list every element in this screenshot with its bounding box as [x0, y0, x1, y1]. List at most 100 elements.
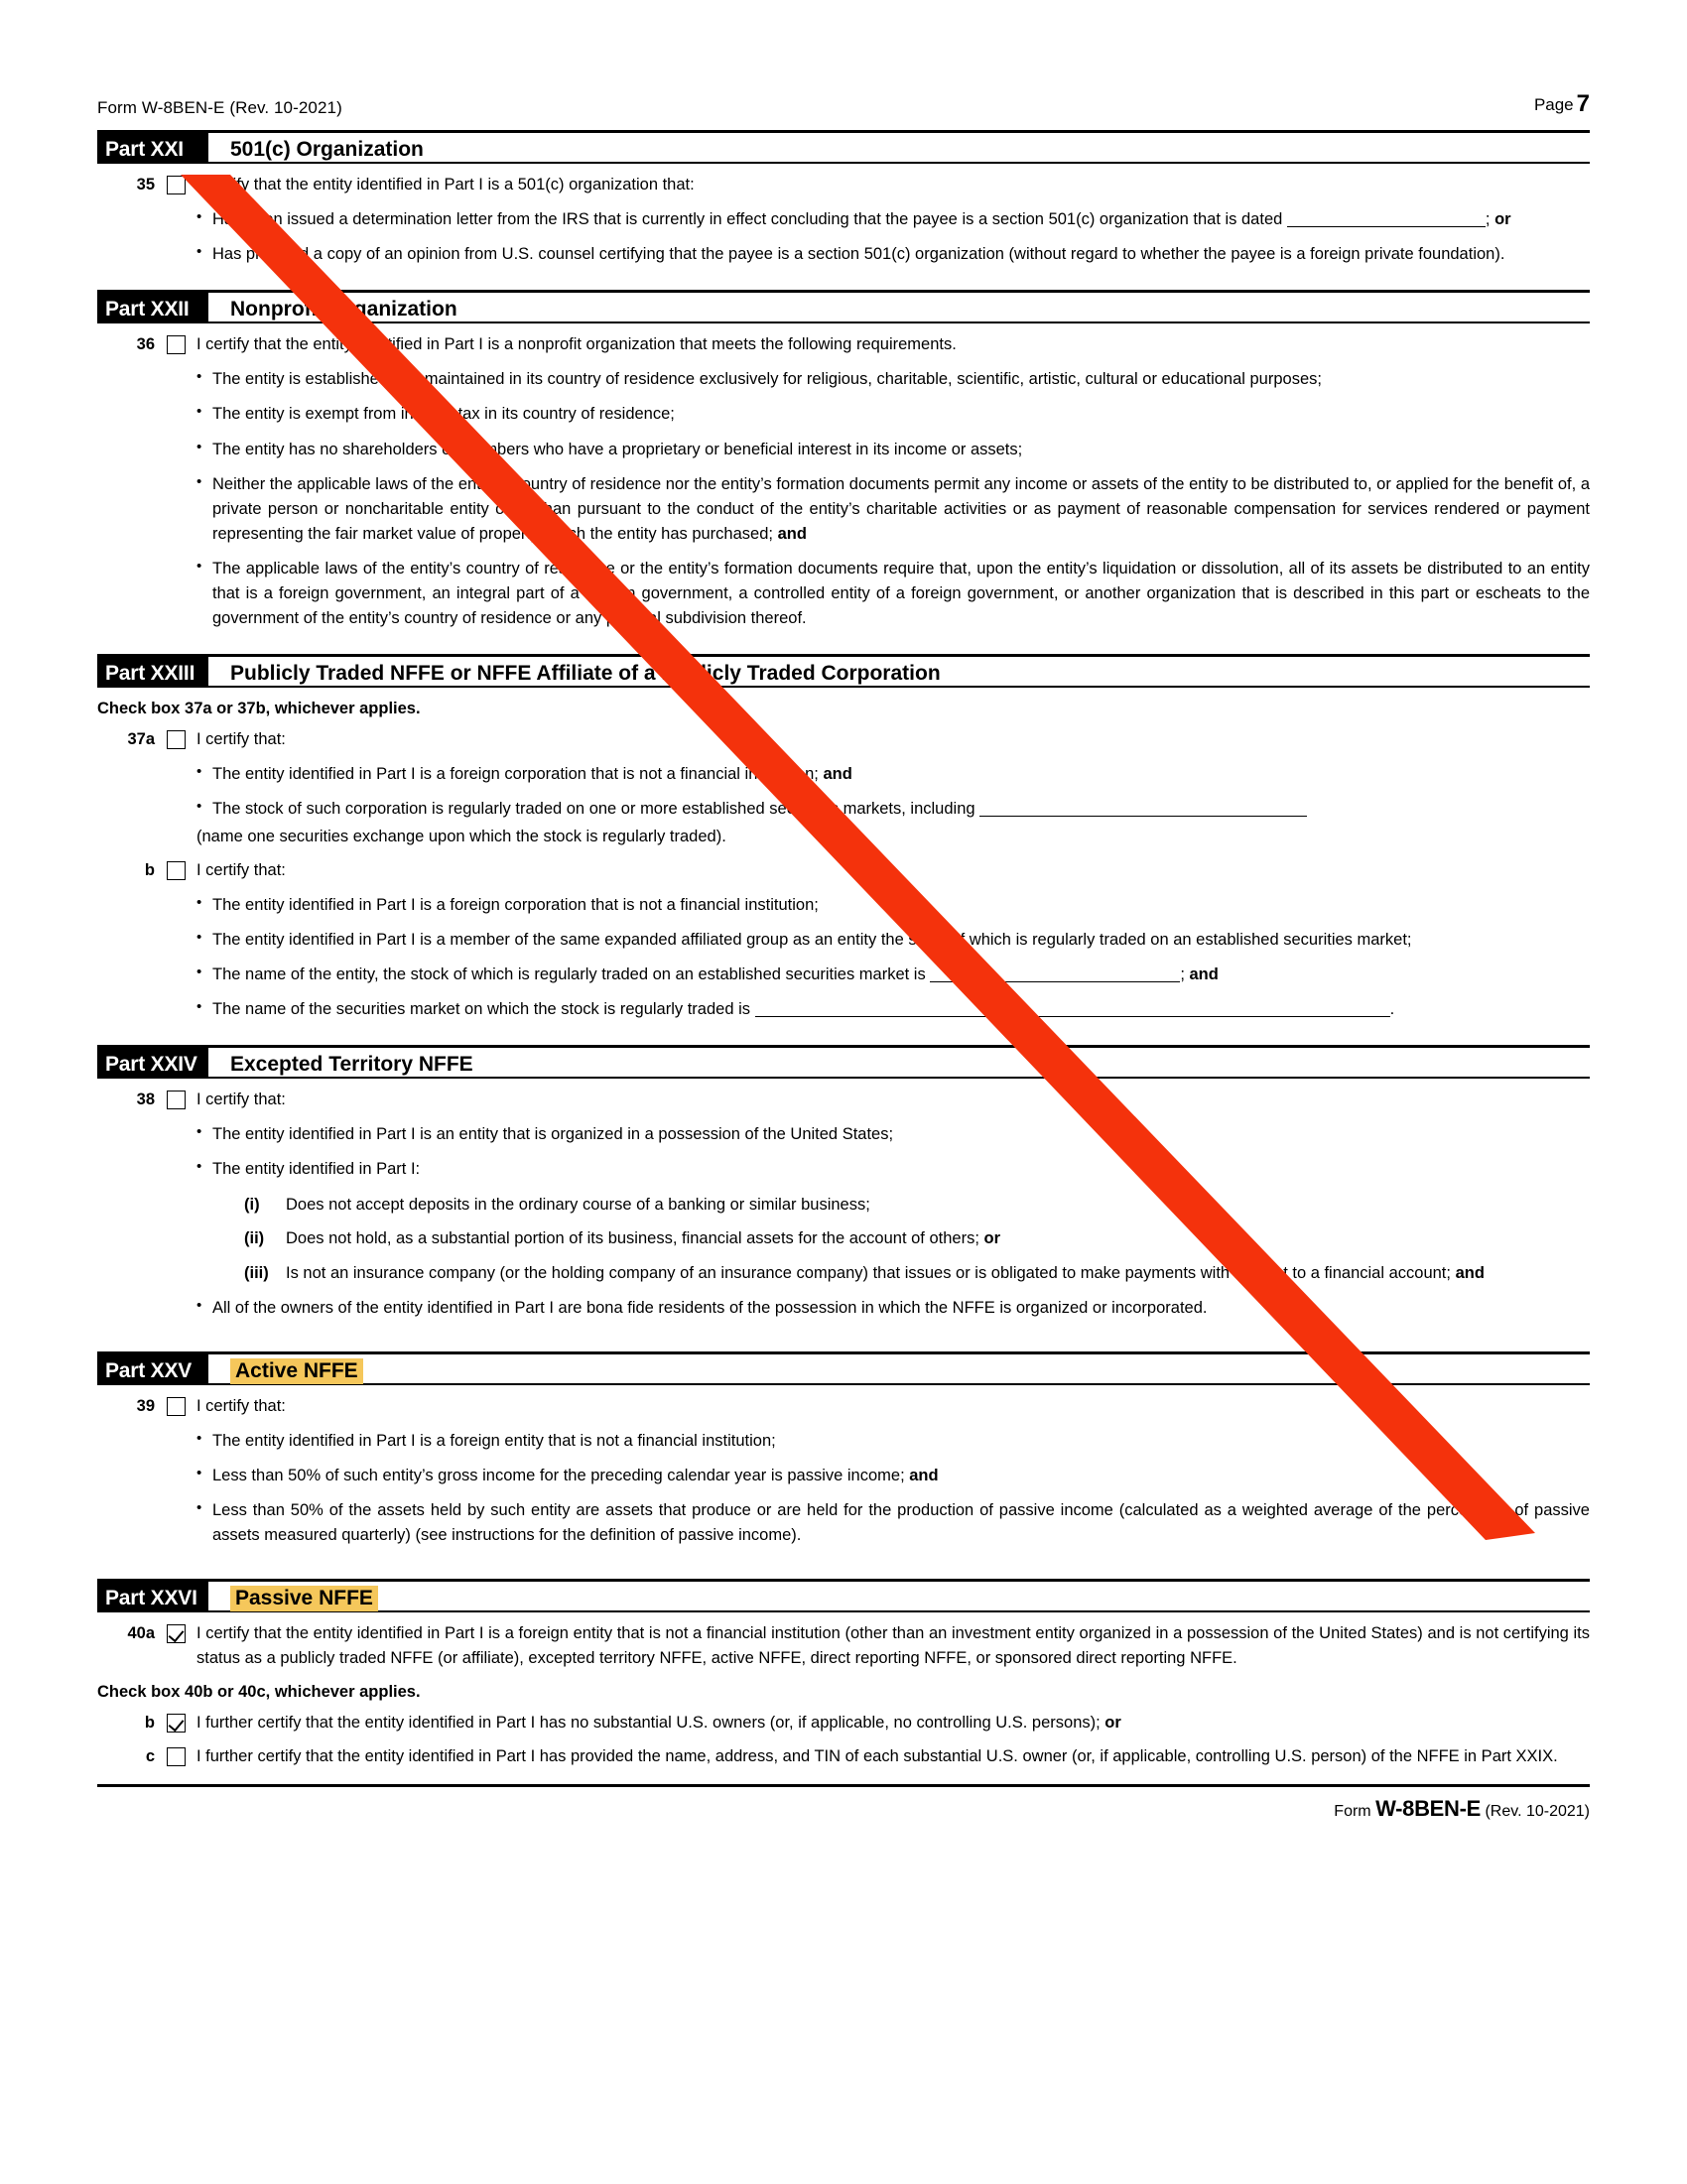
- line-39-bullet-2-text: Less than 50% of such entity’s gross inc…: [212, 1466, 910, 1484]
- part-title-xxiii: Publicly Traded NFFE or NFFE Affiliate o…: [230, 662, 941, 686]
- line-35-bullet-1-text: Has been issued a determination letter f…: [212, 210, 1283, 229]
- spacer-xxv: [97, 1548, 1590, 1570]
- line-35: 35 I certify that the entity identified …: [97, 173, 1590, 197]
- checkbox-37b[interactable]: [166, 861, 186, 881]
- line-35-bullet-1-sep: ;: [1485, 210, 1495, 229]
- part-header-xxi: Part XXI 501(c) Organization: [97, 130, 1590, 165]
- line-40a-text: I certify that the entity identified in …: [196, 1624, 1590, 1667]
- page-number: Page 7: [1534, 90, 1590, 117]
- line-38-roman-iii-text: Is not an insurance company (or the hold…: [286, 1261, 1590, 1286]
- line-37a-bullet-1: The entity identified in Part I is a for…: [196, 761, 1590, 787]
- checkbox-36-wrap[interactable]: [155, 332, 196, 355]
- checkbox-37b-wrap[interactable]: [155, 858, 196, 881]
- line-39-bullet-1: The entity identified in Part I is a for…: [196, 1428, 1590, 1454]
- line-37b-bullet-2: The entity identified in Part I is a mem…: [196, 927, 1590, 953]
- part-tag-xxv: Part XXV: [97, 1353, 208, 1383]
- line-36-bullet-2: The entity is exempt from income tax in …: [196, 401, 1590, 427]
- line-38: 38 I certify that:: [97, 1088, 1590, 1112]
- part-tag-xxi: Part XXI: [97, 133, 208, 163]
- line-36-bullet-1: The entity is established and maintained…: [196, 366, 1590, 392]
- line-35-bullet-2: Has provided a copy of an opinion from U…: [196, 241, 1590, 267]
- part-title-xxvi: Passive NFFE: [208, 1582, 1590, 1612]
- checkbox-35-wrap[interactable]: [155, 173, 196, 195]
- line-37a-bullet-1-and: and: [823, 765, 852, 784]
- securities-market-field-37b[interactable]: [754, 1016, 1390, 1018]
- checkbox-36[interactable]: [166, 335, 186, 355]
- checkbox-40c-wrap[interactable]: [155, 1744, 196, 1766]
- part-header-xxii: Part XXII Nonprofit Organization: [97, 290, 1590, 324]
- page-number-value: 7: [1576, 90, 1590, 117]
- line-37b-text: I certify that:: [196, 861, 286, 880]
- line-38-roman-i-mark: (i): [244, 1195, 260, 1214]
- line-38-roman-iii-and: and: [1455, 1264, 1485, 1283]
- line-38-roman-iii-body: Is not an insurance company (or the hold…: [286, 1264, 1456, 1283]
- part-title-xxv: Active NFFE: [208, 1354, 1590, 1384]
- line-39: 39 I certify that:: [97, 1394, 1590, 1419]
- checkbox-40b[interactable]: [166, 1713, 186, 1733]
- line-38-roman-ii-or: or: [983, 1229, 1000, 1248]
- checkbox-39[interactable]: [166, 1396, 186, 1416]
- checkbox-40b-wrap[interactable]: [155, 1711, 196, 1733]
- checkbox-40a[interactable]: [166, 1624, 186, 1644]
- line-38-bullet-3: All of the owners of the entity identifi…: [196, 1295, 1590, 1321]
- line-39-text: I certify that:: [196, 1396, 286, 1415]
- line-38-roman-ii-text: Does not hold, as a substantial portion …: [286, 1226, 1590, 1251]
- part-tag-xxiii: Part XXIII: [97, 657, 208, 687]
- part-header-xxv: Part XXV Active NFFE: [97, 1350, 1590, 1385]
- line-38-roman-i-text: Does not accept deposits in the ordinary…: [286, 1195, 870, 1214]
- checkbox-39-wrap[interactable]: [155, 1394, 196, 1416]
- checkbox-38-wrap[interactable]: [155, 1088, 196, 1110]
- checkbox-38[interactable]: [166, 1091, 186, 1110]
- page-header: Form W-8BEN-E (Rev. 10-2021) Page 7: [97, 90, 1590, 121]
- checkbox-40a-wrap[interactable]: [155, 1621, 196, 1644]
- line-35-bullet-1-or: or: [1494, 210, 1511, 229]
- line-number-35: 35: [136, 176, 155, 194]
- line-37b-bullet-3-text: The name of the entity, the stock of whi…: [212, 965, 926, 984]
- line-39-bullet-2: Less than 50% of such entity’s gross inc…: [196, 1463, 1590, 1488]
- line-number-36: 36: [136, 335, 155, 354]
- checkbox-37a[interactable]: [166, 730, 186, 750]
- part-title-xxiv: Excepted Territory NFFE: [230, 1053, 473, 1077]
- part-tag-xxii: Part XXII: [97, 293, 208, 322]
- line-37b-bullet-3-and: and: [1189, 965, 1219, 984]
- form-page: Form W-8BEN-E (Rev. 10-2021) Page 7 Part …: [0, 0, 1687, 2184]
- line-number-39: 39: [136, 1396, 155, 1415]
- securities-market-name-field-37a[interactable]: [979, 816, 1308, 818]
- entity-name-field-37b[interactable]: [930, 981, 1181, 983]
- line-number-40b: b: [144, 1713, 155, 1732]
- line-40c-text: I further certify that the entity identi…: [196, 1746, 1558, 1765]
- part-title-xxv-highlight: Active NFFE: [230, 1357, 363, 1384]
- check-instruction-37: Check box 37a or 37b, whichever applies.: [97, 700, 421, 718]
- spacer-xxi: [97, 267, 1590, 281]
- line-number-37a: 37a: [127, 730, 155, 749]
- line-37a: 37a I certify that:: [97, 727, 1590, 752]
- line-37b: b I certify that:: [97, 858, 1590, 883]
- page-footer: Form W-8BEN-E (Rev. 10-2021): [97, 1787, 1590, 1822]
- line-37a-bullet-2-text: The stock of such corporation is regular…: [212, 800, 975, 819]
- line-36-bullet-4-and: and: [777, 524, 807, 543]
- line-40b: b I further certify that the entity iden…: [97, 1711, 1590, 1735]
- footer-prefix: Form: [1334, 1803, 1371, 1821]
- line-38-roman-iii: (iii) Is not an insurance company (or th…: [244, 1261, 1590, 1286]
- line-36-bullet-4-text: Neither the applicable laws of the entit…: [212, 474, 1590, 543]
- line-40b-or: or: [1104, 1713, 1121, 1732]
- part-title-xxii: Nonprofit Organization: [230, 298, 457, 321]
- part-tag-xxvi: Part XXVI: [97, 1582, 208, 1611]
- line-number-38: 38: [136, 1091, 155, 1109]
- line-36-bullet-4: Neither the applicable laws of the entit…: [196, 471, 1590, 547]
- checkbox-40c[interactable]: [166, 1746, 186, 1766]
- line-40a: 40a I certify that the entity identified…: [97, 1621, 1590, 1671]
- checkbox-35[interactable]: [166, 176, 186, 195]
- line-38-bullet-1: The entity identified in Part I is an en…: [196, 1121, 1590, 1147]
- line-38-roman-ii-body: Does not hold, as a substantial portion …: [286, 1229, 984, 1248]
- line-37b-bullet-4-period: .: [1389, 1000, 1395, 1019]
- determination-letter-date-field[interactable]: [1286, 226, 1486, 228]
- checkbox-37a-wrap[interactable]: [155, 727, 196, 750]
- line-36-bullet-3: The entity has no shareholders or member…: [196, 437, 1590, 462]
- line-38-roman-iii-mark: (iii): [244, 1264, 269, 1283]
- line-37a-bullet-1-text: The entity identified in Part I is a for…: [212, 765, 824, 784]
- line-37a-bullet-2-note: (name one securities exchange upon which…: [196, 828, 726, 846]
- part-header-xxiv: Part XXIV Excepted Territory NFFE: [97, 1045, 1590, 1080]
- line-number-40c: c: [145, 1746, 155, 1765]
- footer-form-name: W-8BEN-E: [1375, 1796, 1482, 1822]
